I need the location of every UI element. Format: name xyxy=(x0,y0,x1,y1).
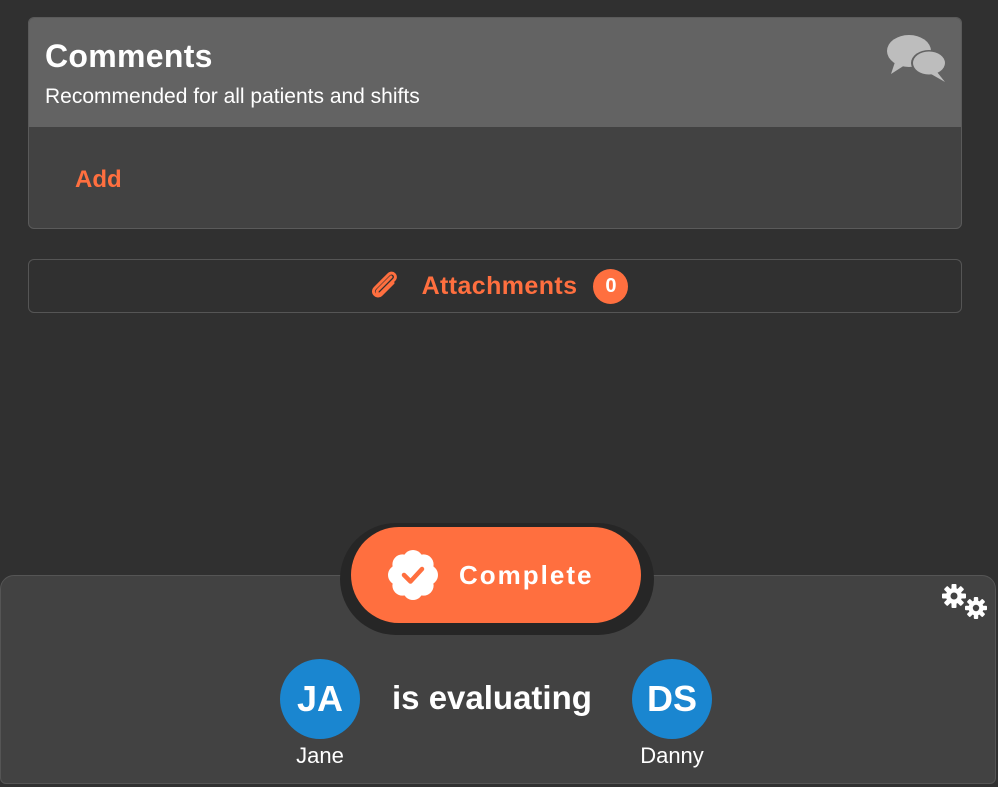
evaluation-status-text: is evaluating xyxy=(392,679,592,716)
patient-name: Jane xyxy=(296,743,344,768)
paperclip-icon xyxy=(371,271,397,298)
attachments-count-badge: 0 xyxy=(593,268,629,304)
attachments-label: Attachments xyxy=(421,271,578,300)
comments-icon xyxy=(887,35,947,82)
comments-title: Comments xyxy=(45,38,213,74)
attachments-button[interactable]: Attachments 0 xyxy=(28,259,962,313)
complete-button-label: Complete xyxy=(459,559,594,590)
gears-icon[interactable] xyxy=(940,582,990,622)
evaluator-avatar[interactable]: DS xyxy=(632,659,712,739)
patient-avatar[interactable]: JA xyxy=(280,659,360,739)
evaluator-name: Danny xyxy=(640,743,704,768)
comments-header: Comments Recommended for all patients an… xyxy=(29,18,961,127)
comments-card: Comments Recommended for all patients an… xyxy=(28,17,962,229)
add-comment-button[interactable]: Add xyxy=(75,166,122,194)
badge-check-icon xyxy=(388,550,438,600)
comments-subtitle: Recommended for all patients and shifts xyxy=(45,85,420,108)
complete-button[interactable]: Complete xyxy=(351,527,641,623)
